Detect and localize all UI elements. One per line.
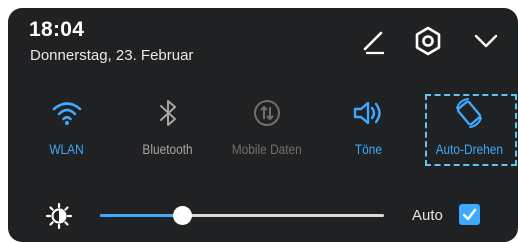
bluetooth-icon [151,96,185,130]
toggle-auto-rotate[interactable]: Auto-Drehen [425,96,513,170]
sound-icon [351,96,385,130]
auto-brightness-label: Auto [412,207,443,224]
brightness-thumb[interactable] [173,206,193,225]
toggle-bluetooth-label: Bluetooth [142,142,194,157]
wifi-icon [50,96,84,130]
checkmark-icon [462,208,477,221]
toggle-sounds-label: Töne [354,142,382,157]
clock-time: 18:04 [29,18,85,41]
brightness-slider[interactable] [100,204,384,228]
edit-button[interactable] [354,22,392,60]
toggle-sounds[interactable]: Töne [324,96,412,170]
chevron-down-icon [474,34,498,48]
pencil-icon [363,31,384,55]
auto-brightness-checkbox[interactable] [459,204,480,225]
toggle-mobile-data[interactable]: Mobile Daten [223,96,311,170]
toggle-wlan[interactable]: WLAN [23,96,111,170]
date-label: Donnerstag, 23. Februar [30,47,194,64]
toggle-bluetooth[interactable]: Bluetooth [124,96,212,170]
toggle-wlan-label: WLAN [49,142,85,157]
quick-settings-panel: 18:04 Donnerstag, 23. Februar WLAN Bluet… [8,8,518,242]
toggle-auto-rotate-label: Auto-Drehen [435,142,503,157]
brightness-fill [100,214,183,217]
collapse-button[interactable] [467,22,505,60]
brightness-icon [45,202,73,230]
settings-button[interactable] [409,22,447,60]
gear-icon [415,26,441,56]
auto-rotate-icon [452,96,486,130]
mobile-data-icon [250,96,284,130]
toggle-mobile-data-label: Mobile Daten [231,142,302,157]
